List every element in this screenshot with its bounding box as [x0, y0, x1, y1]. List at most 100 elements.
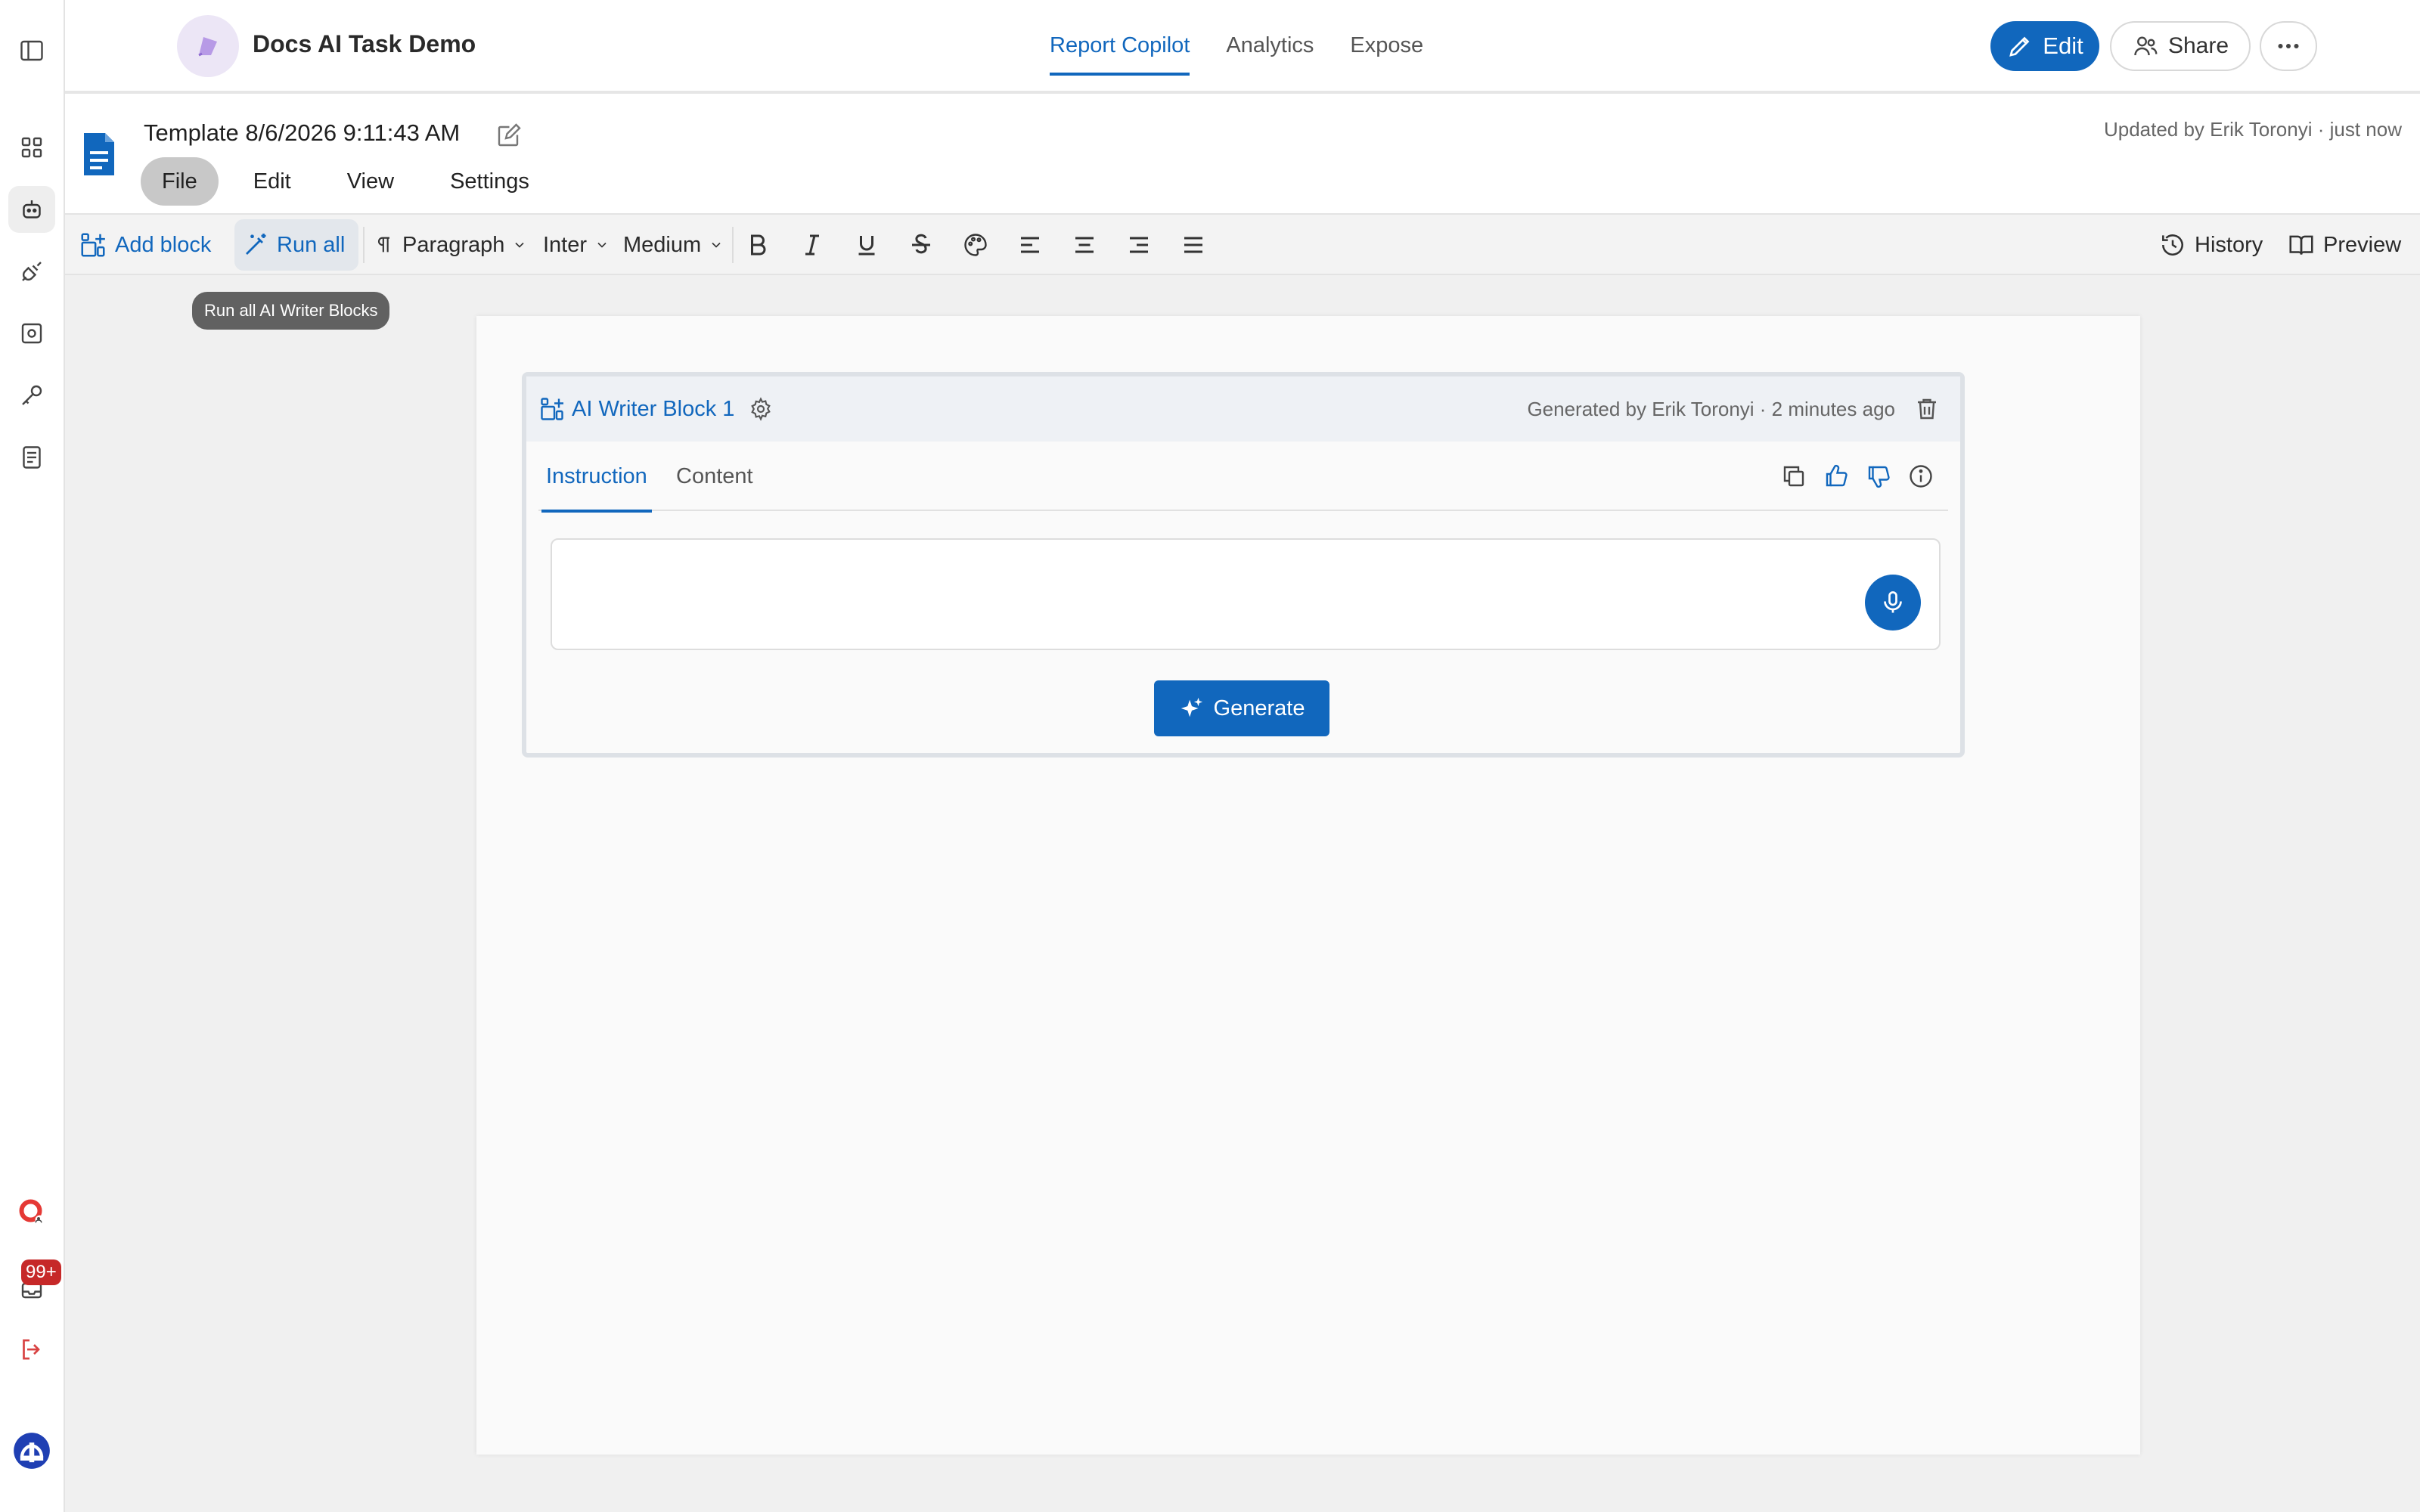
tab-content[interactable]: Content: [676, 442, 753, 511]
font-weight-dropdown[interactable]: Medium: [623, 215, 724, 275]
block-header: AI Writer Block 1 Generated by Erik Toro…: [526, 376, 1960, 442]
generate-label: Generate: [1213, 696, 1305, 720]
block-tabs: Instruction Content: [538, 442, 1948, 513]
copy-icon[interactable]: [1780, 463, 1807, 490]
preview-button[interactable]: Preview: [2287, 215, 2401, 275]
history-icon: [2162, 234, 2183, 256]
user-avatar[interactable]: [8, 1427, 55, 1474]
plug-icon[interactable]: [8, 248, 55, 295]
rename-icon[interactable]: [495, 122, 522, 150]
document-title[interactable]: Template 8/6/2026 9:11:43 AM: [144, 119, 460, 147]
chevron-down-icon: [515, 242, 525, 248]
notebook-icon[interactable]: [8, 434, 55, 481]
document-icon: [80, 130, 118, 178]
align-right-button[interactable]: [1125, 215, 1153, 275]
justify-button[interactable]: [1180, 215, 1207, 275]
toolbar-divider: [732, 227, 734, 263]
bold-button[interactable]: [744, 215, 771, 275]
menu-file[interactable]: File: [141, 157, 219, 206]
align-left-icon: [1021, 237, 1039, 253]
chevron-down-icon: [597, 242, 607, 248]
scan-icon[interactable]: [8, 310, 55, 357]
history-label: History: [2195, 232, 2263, 257]
logout-icon[interactable]: [8, 1326, 55, 1373]
thumbs-down-icon[interactable]: [1865, 463, 1892, 490]
underline-icon: [858, 236, 875, 256]
edit-button-label: Edit: [2043, 33, 2083, 59]
top-header: Docs AI Task Demo Report Copilot Analyti…: [65, 0, 2420, 94]
users-icon: [2134, 36, 2158, 56]
microphone-icon: [1884, 591, 1902, 613]
more-dots-icon: [2278, 44, 2299, 48]
align-justify-icon: [1184, 237, 1202, 253]
underline-button[interactable]: [853, 215, 880, 275]
menu-view[interactable]: View: [326, 157, 415, 206]
italic-icon: [805, 234, 819, 256]
edit-button[interactable]: Edit: [1990, 21, 2099, 71]
weight-label: Medium: [623, 232, 702, 257]
sidebar-toggle-icon[interactable]: [8, 27, 55, 74]
microphone-button[interactable]: [1865, 575, 1921, 631]
tab-analytics[interactable]: Analytics: [1208, 0, 1332, 91]
app-title: Docs AI Task Demo: [253, 30, 476, 57]
block-generated-meta: Generated by Erik Toronyi · 2 minutes ag…: [1527, 398, 1895, 420]
bold-icon: [751, 234, 766, 256]
share-button[interactable]: Share: [2110, 21, 2251, 71]
support-icon[interactable]: [8, 1188, 55, 1235]
strikethrough-button[interactable]: [908, 215, 935, 275]
left-rail: 99+: [0, 0, 65, 1512]
align-center-button[interactable]: [1071, 215, 1098, 275]
font-family-dropdown[interactable]: Inter: [543, 215, 610, 275]
toolbar-divider: [363, 227, 365, 263]
strikethrough-icon: [912, 234, 930, 254]
block-title[interactable]: AI Writer Block 1: [572, 376, 734, 442]
magic-wand-icon: [246, 234, 266, 255]
text-color-button[interactable]: [962, 215, 989, 275]
menu-settings[interactable]: Settings: [429, 157, 551, 206]
thumbs-up-icon[interactable]: [1823, 463, 1850, 490]
document-menu: File Edit View Settings: [141, 157, 551, 206]
share-button-label: Share: [2167, 33, 2229, 58]
updated-status: Updated by Erik Toronyi · just now: [2103, 118, 2402, 141]
add-block-button[interactable]: Add block: [79, 215, 211, 275]
inbox-badge: 99+: [21, 1259, 61, 1285]
instruction-input[interactable]: [551, 538, 1941, 650]
preview-label: Preview: [2323, 232, 2402, 257]
add-block-icon: [81, 233, 105, 257]
editor-toolbar: Add block Run all Paragraph Inter Medium: [65, 215, 2420, 275]
paragraph-label: Paragraph: [402, 232, 505, 257]
app-logo: [177, 15, 239, 77]
gear-icon[interactable]: [749, 397, 773, 421]
tab-expose[interactable]: Expose: [1332, 0, 1441, 91]
sparkles-icon: [1181, 697, 1202, 717]
info-icon[interactable]: [1907, 463, 1934, 490]
book-open-icon: [2289, 235, 2313, 255]
main-nav: Report Copilot Analytics Expose: [1032, 0, 1441, 91]
key-icon[interactable]: [8, 372, 55, 419]
document-header: Template 8/6/2026 9:11:43 AM File Edit V…: [65, 94, 2420, 215]
tab-report-copilot[interactable]: Report Copilot: [1032, 0, 1208, 91]
tab-instruction[interactable]: Instruction: [541, 442, 652, 513]
align-right-icon: [1130, 237, 1148, 253]
robot-icon[interactable]: [8, 186, 55, 233]
align-center-icon: [1075, 237, 1094, 253]
block-type-icon: [538, 395, 566, 423]
pilcrow-icon: [378, 237, 389, 253]
italic-button[interactable]: [799, 215, 826, 275]
run-all-button[interactable]: Run all: [242, 215, 345, 275]
font-label: Inter: [543, 232, 588, 257]
run-all-label: Run all: [277, 232, 346, 257]
align-left-button[interactable]: [1016, 215, 1044, 275]
dashboard-icon[interactable]: [8, 124, 55, 171]
palette-icon: [964, 234, 987, 256]
chevron-down-icon: [712, 242, 721, 248]
history-button[interactable]: History: [2158, 215, 2263, 275]
menu-edit[interactable]: Edit: [232, 157, 312, 206]
more-options-button[interactable]: [2260, 21, 2317, 71]
paragraph-style-dropdown[interactable]: Paragraph: [374, 215, 527, 275]
generate-button[interactable]: Generate: [1154, 680, 1329, 736]
trash-icon[interactable]: [1913, 395, 1941, 423]
pencil-icon: [2009, 36, 2030, 57]
run-all-tooltip: Run all AI Writer Blocks: [192, 292, 390, 330]
add-block-label: Add block: [115, 232, 212, 257]
